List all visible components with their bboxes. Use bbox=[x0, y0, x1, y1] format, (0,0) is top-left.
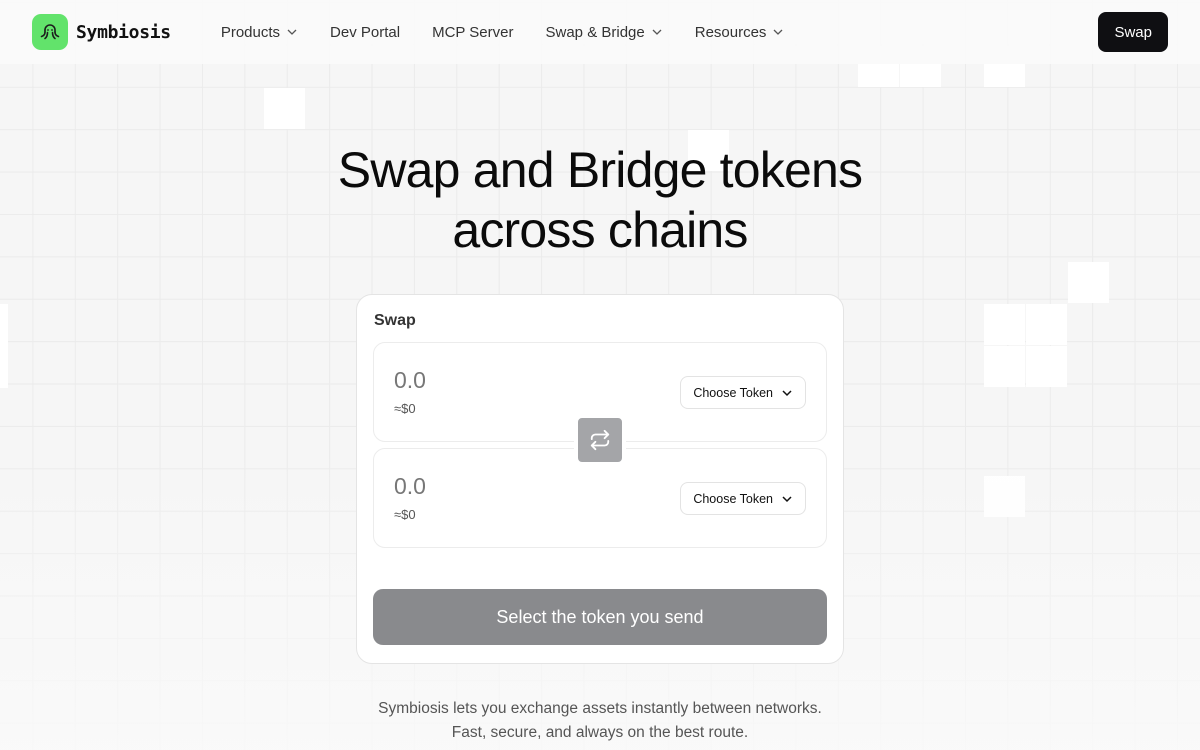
to-usd-value: ≈$0 bbox=[394, 507, 416, 522]
flip-direction-button[interactable] bbox=[574, 414, 626, 466]
nav-item-resources[interactable]: Resources bbox=[679, 12, 801, 52]
nav-item-label: Resources bbox=[694, 23, 767, 41]
nav-item-mcp-server[interactable]: MCP Server bbox=[416, 12, 529, 52]
swap-widget: Swap ≈$0 Choose Token ≈$0 Choose Token bbox=[356, 294, 844, 664]
swap-widget-title: Swap bbox=[374, 312, 416, 329]
token-button-label: Choose Token bbox=[693, 385, 773, 400]
nav-item-label: Swap & Bridge bbox=[545, 23, 645, 41]
brand-logo[interactable]: Symbiosis bbox=[32, 14, 171, 50]
hero-title-line1: Swap and Bridge tokens bbox=[337, 142, 863, 198]
nav-item-label: Products bbox=[220, 23, 281, 41]
tagline-line2: Fast, secure, and always on the best rou… bbox=[451, 724, 749, 741]
from-usd-value: ≈$0 bbox=[394, 401, 416, 416]
main-nav: Products Dev Portal MCP Server Swap & Br… bbox=[205, 12, 801, 52]
from-amount-input[interactable] bbox=[394, 367, 594, 394]
hero-tagline: Symbiosis lets you exchange assets insta… bbox=[0, 697, 1200, 745]
chevron-down-icon bbox=[652, 29, 662, 35]
nav-item-swap-bridge[interactable]: Swap & Bridge bbox=[530, 12, 679, 52]
hero-title-line2: across chains bbox=[452, 202, 748, 258]
nav-item-label: MCP Server bbox=[432, 23, 514, 41]
token-button-label: Choose Token bbox=[693, 491, 773, 506]
chevron-down-icon bbox=[782, 495, 792, 502]
hero-title: Swap and Bridge tokens across chains bbox=[0, 140, 1200, 260]
to-choose-token-button[interactable]: Choose Token bbox=[680, 482, 806, 515]
nav-item-dev-portal[interactable]: Dev Portal bbox=[314, 12, 416, 52]
top-navbar: Symbiosis Products Dev Portal MCP Server… bbox=[0, 0, 1200, 64]
swap-arrows-icon bbox=[590, 429, 610, 451]
chevron-down-icon bbox=[773, 29, 783, 35]
chevron-down-icon bbox=[287, 29, 297, 35]
brand-name: Symbiosis bbox=[76, 21, 171, 43]
nav-item-label: Dev Portal bbox=[330, 23, 401, 41]
tagline-line1: Symbiosis lets you exchange assets insta… bbox=[378, 700, 822, 717]
to-amount-input[interactable] bbox=[394, 473, 594, 500]
page: Symbiosis Products Dev Portal MCP Server… bbox=[0, 0, 1200, 750]
select-token-submit-button[interactable]: Select the token you send bbox=[373, 589, 827, 645]
octopus-logo-icon bbox=[32, 14, 68, 50]
nav-item-products[interactable]: Products bbox=[205, 12, 314, 52]
chevron-down-icon bbox=[782, 389, 792, 396]
from-choose-token-button[interactable]: Choose Token bbox=[680, 376, 806, 409]
swap-cta-button[interactable]: Swap bbox=[1098, 12, 1168, 52]
